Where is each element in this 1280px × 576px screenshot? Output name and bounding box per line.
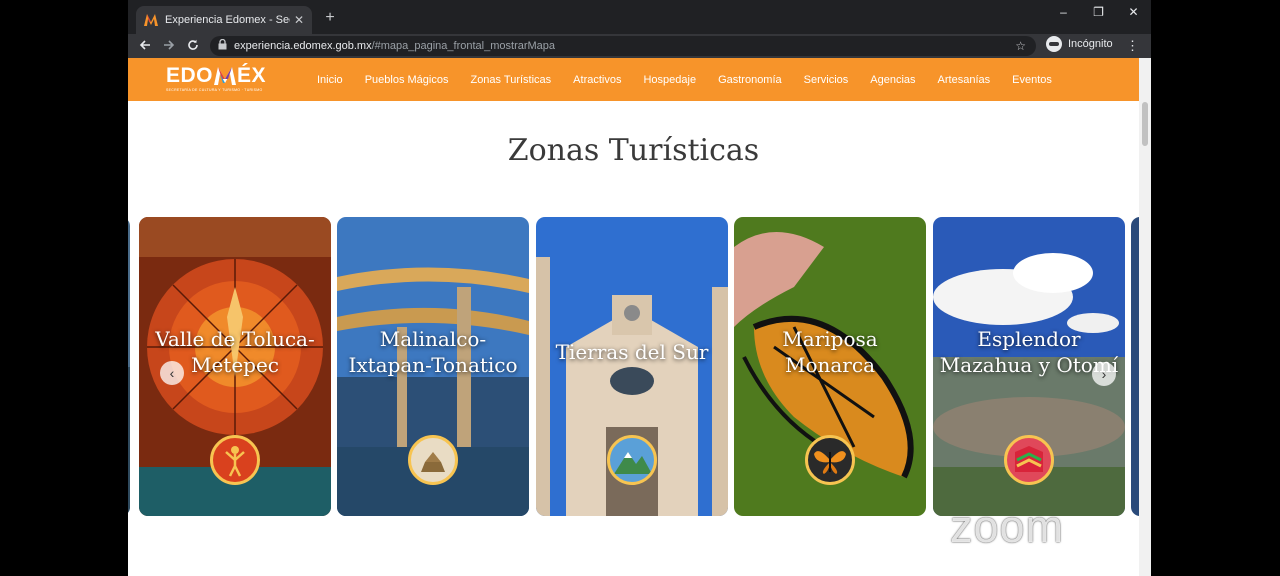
butterfly-icon [805, 435, 855, 485]
nav-pueblos-magicos[interactable]: Pueblos Mágicos [365, 74, 449, 86]
carousel-card-mariposa-monarca[interactable]: Mariposa Monarca [734, 217, 926, 516]
carousel-prev-arrow-icon[interactable]: ‹ [160, 361, 184, 385]
page-title: Zonas Turísticas [507, 133, 760, 168]
nav-zonas-turisticas[interactable]: Zonas Turísticas [470, 74, 551, 86]
carousel-card-partial-right[interactable] [1131, 217, 1139, 516]
scrollbar-thumb[interactable] [1142, 102, 1148, 146]
forward-arrow-icon[interactable] [160, 37, 178, 55]
nav-inicio[interactable]: Inicio [317, 74, 343, 86]
address-bar[interactable]: experiencia.edomex.gob.mx /#mapa_pagina_… [210, 36, 1036, 56]
browser-menu-icon[interactable]: ⋮ [1126, 38, 1139, 54]
bookmark-star-icon[interactable]: ☆ [1015, 39, 1026, 53]
temple-icon [408, 435, 458, 485]
mountain-icon [607, 435, 657, 485]
card-image [128, 217, 130, 516]
edomex-logo[interactable]: EDO ÉX SECRETARÍA DE CULTURA Y TURISMO ·… [166, 64, 286, 97]
carousel-next-arrow-icon[interactable]: › [1092, 362, 1116, 386]
incognito-icon [1046, 36, 1062, 52]
logo-text-right: ÉX [237, 64, 267, 87]
card-image [1131, 217, 1139, 516]
logo-text-left: EDO [166, 64, 214, 87]
nav-eventos[interactable]: Eventos [1012, 74, 1052, 86]
page-content: Zonas Turísticas Valle de Toluca-Metepec… [128, 101, 1139, 576]
back-arrow-icon[interactable] [136, 37, 154, 55]
human-figure-icon [210, 435, 260, 485]
lock-icon [218, 38, 230, 53]
browser-window: Experiencia Edomex - Secretar ✕ + – ❐ ✕ … [128, 0, 1151, 576]
incognito-label: Incógnito [1068, 38, 1113, 50]
nav-atractivos[interactable]: Atractivos [573, 74, 621, 86]
url-host: experiencia.edomex.gob.mx [234, 40, 372, 52]
nav-gastronomia[interactable]: Gastronomía [718, 74, 782, 86]
nav-agencias[interactable]: Agencias [870, 74, 915, 86]
reload-icon[interactable] [184, 37, 202, 55]
zones-carousel: Valle de Toluca-Metepec Malinalco-Ixtapa… [128, 217, 1139, 517]
tab-close-icon[interactable]: ✕ [290, 13, 308, 27]
carousel-card-malinalco[interactable]: Malinalco-Ixtapan-Tonatico [337, 217, 529, 516]
tab-bar: Experiencia Edomex - Secretar ✕ + – ❐ ✕ [128, 0, 1151, 34]
window-controls: – ❐ ✕ [1046, 0, 1151, 24]
carousel-card-partial-left[interactable] [128, 217, 130, 516]
site-favicon-icon [143, 12, 159, 28]
textile-icon [1004, 435, 1054, 485]
minimize-button[interactable]: – [1046, 0, 1081, 24]
logo-m-mark-icon [214, 67, 237, 85]
close-window-button[interactable]: ✕ [1116, 0, 1151, 24]
url-path: /#mapa_pagina_frontal_mostrarMapa [371, 40, 556, 52]
nav-servicios[interactable]: Servicios [804, 74, 849, 86]
carousel-card-tierras-del-sur[interactable]: Tierras del Sur [536, 217, 728, 516]
page-scrollbar[interactable] [1139, 58, 1151, 576]
logo-tagline: SECRETARÍA DE CULTURA Y TURISMO · TURISM… [166, 88, 263, 92]
tab-title: Experiencia Edomex - Secretar [165, 14, 290, 26]
incognito-indicator[interactable]: Incógnito [1046, 36, 1113, 52]
zoom-watermark: zoom [950, 501, 1065, 552]
nav-artesanias[interactable]: Artesanías [938, 74, 991, 86]
nav-hospedaje[interactable]: Hospedaje [643, 74, 696, 86]
site-header: EDO ÉX SECRETARÍA DE CULTURA Y TURISMO ·… [128, 58, 1139, 101]
browser-tab[interactable]: Experiencia Edomex - Secretar ✕ [136, 6, 312, 34]
new-tab-button[interactable]: + [320, 8, 340, 28]
restore-button[interactable]: ❐ [1081, 0, 1116, 24]
browser-toolbar: experiencia.edomex.gob.mx /#mapa_pagina_… [128, 34, 1151, 58]
main-nav: Inicio Pueblos Mágicos Zonas Turísticas … [317, 58, 1074, 101]
